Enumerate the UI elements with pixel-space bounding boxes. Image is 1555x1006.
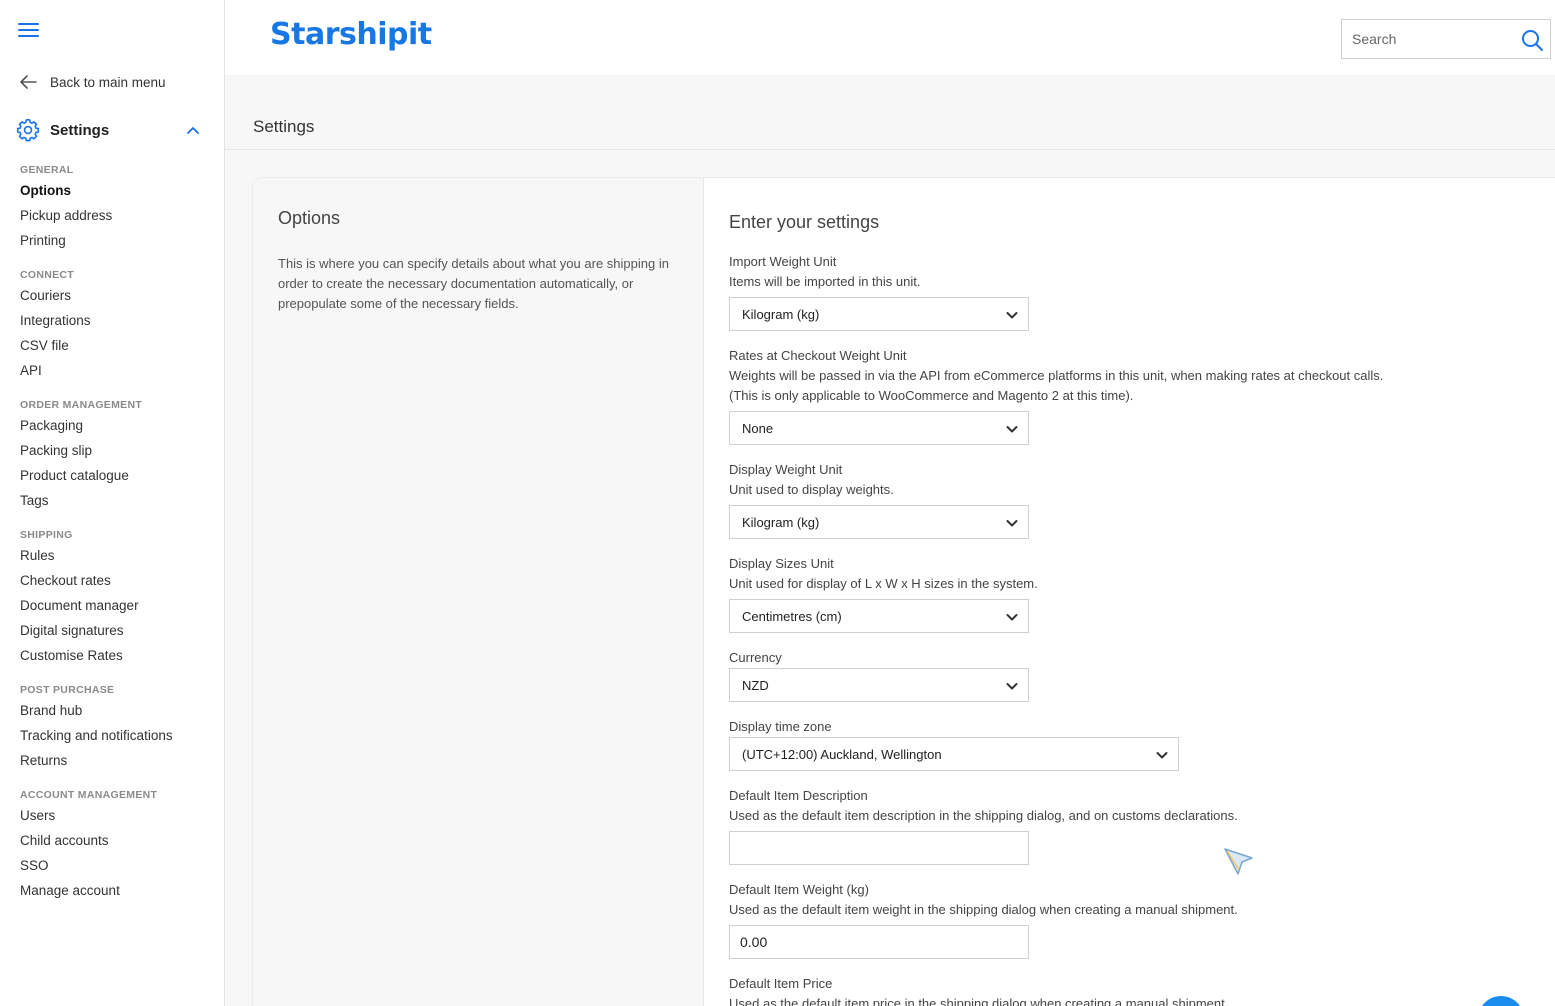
display-sizes-select[interactable]: Centimetres (cm) <box>729 599 1029 633</box>
default-price-help: Used as the default item price in the sh… <box>729 996 1229 1006</box>
default-price-label: Default Item Price <box>729 976 833 991</box>
page-title: Settings <box>253 117 315 136</box>
nav-item-users[interactable]: Users <box>20 807 220 832</box>
rates-weight-label: Rates at Checkout Weight Unit <box>729 348 907 363</box>
options-title: Options <box>278 208 341 228</box>
display-weight-value: Kilogram (kg) <box>742 515 820 530</box>
default-description-input[interactable] <box>730 832 1028 864</box>
default-description-help: Used as the default item description in … <box>729 808 1238 823</box>
currency-label: Currency <box>729 650 782 665</box>
rates-weight-help: Weights will be passed in via the API fr… <box>729 368 1384 383</box>
rates-weight-value: None <box>742 421 774 436</box>
nav-item-options[interactable]: Options <box>20 182 220 207</box>
display-sizes-value: Centimetres (cm) <box>742 609 842 624</box>
display-weight-select[interactable]: Kilogram (kg) <box>729 505 1029 539</box>
rates-weight-note: (This is only applicable to WooCommerce … <box>729 388 1134 403</box>
nav-group-title: SHIPPING <box>20 529 73 541</box>
settings-section-toggle[interactable]: Settings <box>15 117 200 143</box>
back-to-main-menu-link[interactable]: Back to main menu <box>18 74 166 90</box>
display-sizes-label: Display Sizes Unit <box>729 556 834 571</box>
nav-group-title: POST PURCHASE <box>20 684 115 696</box>
currency-value: NZD <box>742 678 769 693</box>
nav-item-child-accounts[interactable]: Child accounts <box>20 832 220 857</box>
options-description: This is where you can specify details ab… <box>278 256 669 311</box>
nav-item-checkout-rates[interactable]: Checkout rates <box>20 572 220 597</box>
form-title: Enter your settings <box>729 212 880 232</box>
nav-item-packaging[interactable]: Packaging <box>20 417 220 442</box>
hamburger-menu-icon[interactable] <box>18 22 39 38</box>
card-intro-panel: Options This is where you can specify de… <box>253 178 704 1006</box>
settings-nav: GENERAL Options Pickup address Printing … <box>20 162 220 907</box>
arrow-left-icon <box>20 75 37 89</box>
import-weight-select[interactable]: Kilogram (kg) <box>729 297 1029 331</box>
default-description-label: Default Item Description <box>729 788 868 803</box>
chevron-down-icon <box>1006 312 1018 319</box>
import-weight-value: Kilogram (kg) <box>742 307 820 322</box>
display-weight-help: Unit used to display weights. <box>729 482 894 497</box>
nav-item-manage-account[interactable]: Manage account <box>20 882 220 907</box>
nav-item-document-manager[interactable]: Document manager <box>20 597 220 622</box>
display-weight-label: Display Weight Unit <box>729 462 843 477</box>
gear-icon <box>16 118 40 142</box>
nav-group-title: ORDER MANAGEMENT <box>20 399 143 411</box>
nav-item-tracking-notifications[interactable]: Tracking and notifications <box>20 727 220 752</box>
nav-group-title: CONNECT <box>20 269 75 281</box>
default-weight-field <box>729 925 1029 959</box>
nav-item-rules[interactable]: Rules <box>20 547 220 572</box>
nav-item-printing[interactable]: Printing <box>20 232 220 257</box>
nav-item-brand-hub[interactable]: Brand hub <box>20 702 220 727</box>
nav-group-title: ACCOUNT MANAGEMENT <box>20 789 158 801</box>
sidebar: Back to main menu Settings GENERAL Optio… <box>0 0 225 1006</box>
mouse-cursor-icon <box>1224 848 1253 875</box>
currency-select[interactable]: NZD <box>729 668 1029 702</box>
default-description-field <box>729 831 1029 865</box>
settings-section-title: Settings <box>50 121 110 139</box>
default-weight-input[interactable] <box>730 926 1028 958</box>
chevron-down-icon <box>1156 752 1168 759</box>
nav-item-product-catalogue[interactable]: Product catalogue <box>20 467 220 492</box>
chevron-down-icon <box>1006 614 1018 621</box>
search-icon[interactable] <box>1520 28 1544 52</box>
chevron-down-icon <box>1006 683 1018 690</box>
import-weight-help: Items will be imported in this unit. <box>729 274 921 289</box>
rates-weight-select[interactable]: None <box>729 411 1029 445</box>
top-header: Starshipit <box>225 0 1555 75</box>
nav-item-packing-slip[interactable]: Packing slip <box>20 442 220 467</box>
nav-item-customise-rates[interactable]: Customise Rates <box>20 647 220 672</box>
default-weight-label: Default Item Weight (kg) <box>729 882 869 897</box>
nav-item-pickup-address[interactable]: Pickup address <box>20 207 220 232</box>
back-label: Back to main menu <box>50 74 166 90</box>
nav-item-returns[interactable]: Returns <box>20 752 220 777</box>
default-weight-help: Used as the default item weight in the s… <box>729 902 1238 917</box>
starshipit-logo[interactable]: Starshipit <box>270 17 432 52</box>
search-input[interactable] <box>1342 20 1512 58</box>
page-title-bar: Settings <box>225 75 1555 150</box>
options-card: Options This is where you can specify de… <box>252 177 1555 1006</box>
nav-item-csv-file[interactable]: CSV file <box>20 337 220 362</box>
nav-item-couriers[interactable]: Couriers <box>20 287 220 312</box>
search-box <box>1341 19 1551 59</box>
display-sizes-help: Unit used for display of L x W x H sizes… <box>729 576 1038 591</box>
nav-item-digital-signatures[interactable]: Digital signatures <box>20 622 220 647</box>
nav-group-title: GENERAL <box>20 164 74 176</box>
chevron-up-icon <box>187 127 199 134</box>
time-zone-select[interactable]: (UTC+12:00) Auckland, Wellington <box>729 737 1179 771</box>
chevron-down-icon <box>1006 520 1018 527</box>
nav-item-api[interactable]: API <box>20 362 220 387</box>
nav-item-tags[interactable]: Tags <box>20 492 220 517</box>
nav-item-integrations[interactable]: Integrations <box>20 312 220 337</box>
time-zone-value: (UTC+12:00) Auckland, Wellington <box>742 747 942 762</box>
time-zone-label: Display time zone <box>729 719 832 734</box>
nav-item-sso[interactable]: SSO <box>20 857 220 882</box>
import-weight-label: Import Weight Unit <box>729 254 837 269</box>
chevron-down-icon <box>1006 426 1018 433</box>
